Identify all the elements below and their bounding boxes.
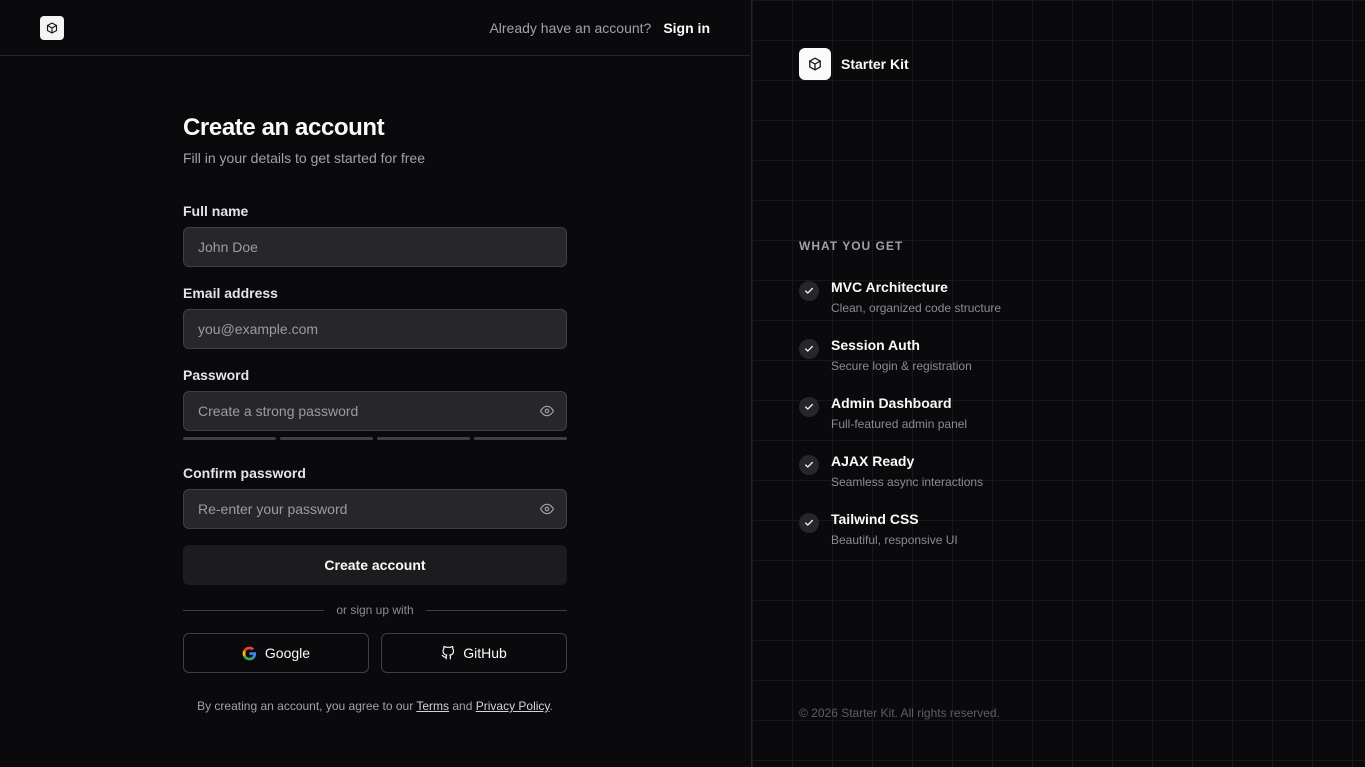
- social-divider: or sign up with: [183, 603, 567, 617]
- features-heading: WHAT YOU GET: [799, 239, 904, 253]
- feature-desc: Clean, organized code structure: [831, 301, 1002, 315]
- google-label: Google: [264, 645, 311, 661]
- terms-notice: By creating an account, you agree to our…: [183, 699, 567, 713]
- feature-item: Tailwind CSS Beautiful, responsive UI: [799, 511, 1199, 555]
- feature-desc: Beautiful, responsive UI: [831, 533, 958, 547]
- divider-text: or sign up with: [336, 603, 414, 617]
- google-icon: [242, 646, 257, 660]
- google-signup-button[interactable]: Google: [183, 633, 369, 673]
- feature-title: Tailwind CSS: [831, 511, 919, 527]
- top-bar: Already have an account? Sign in: [0, 0, 750, 56]
- logo[interactable]: [40, 16, 64, 40]
- signin-prompt: Already have an account? Sign in: [489, 20, 710, 36]
- feature-desc: Secure login & registration: [831, 359, 972, 373]
- feature-title: MVC Architecture: [831, 279, 948, 295]
- signup-panel: Already have an account? Sign in Create …: [0, 0, 751, 767]
- password-label: Password: [183, 367, 250, 383]
- cube-icon: [46, 22, 58, 34]
- check-badge: [799, 339, 819, 359]
- github-signup-button[interactable]: GitHub: [381, 633, 567, 673]
- feature-item: MVC Architecture Clean, organized code s…: [799, 279, 1199, 323]
- email-input[interactable]: [183, 309, 567, 349]
- cube-icon: [809, 57, 821, 71]
- feature-title: Session Auth: [831, 337, 920, 353]
- check-icon: [805, 287, 813, 294]
- password-toggle[interactable]: [540, 404, 554, 418]
- terms-and: and: [452, 699, 473, 713]
- page-title: Create an account: [183, 114, 385, 141]
- eye-icon: [540, 503, 554, 515]
- confirm-password-label: Confirm password: [183, 465, 306, 481]
- signin-link[interactable]: Sign in: [663, 20, 710, 36]
- feature-desc: Full-featured admin panel: [831, 417, 968, 431]
- feature-desc: Seamless async interactions: [831, 475, 984, 489]
- confirm-password-input[interactable]: [183, 489, 567, 529]
- check-icon: [805, 461, 813, 468]
- password-input[interactable]: [183, 391, 567, 431]
- create-account-button[interactable]: Create account: [183, 545, 567, 585]
- feature-item: Admin Dashboard Full-featured admin pane…: [799, 395, 1199, 439]
- full-name-label: Full name: [183, 203, 249, 219]
- feature-item: AJAX Ready Seamless async interactions: [799, 453, 1199, 497]
- brand-name: Starter Kit: [841, 56, 909, 72]
- divider-line: [425, 609, 567, 611]
- strength-segment: [183, 437, 276, 440]
- copyright: © 2026 Starter Kit. All rights reserved.: [799, 706, 1000, 720]
- check-icon: [805, 345, 813, 352]
- confirm-password-toggle[interactable]: [540, 502, 554, 516]
- check-badge: [799, 281, 819, 301]
- confirm-password-field: [183, 489, 567, 529]
- terms-prefix: By creating an account, you agree to our: [197, 699, 414, 713]
- full-name-input[interactable]: [183, 227, 567, 267]
- check-badge: [799, 455, 819, 475]
- privacy-policy-link[interactable]: Privacy Policy: [476, 699, 550, 713]
- terms-suffix: .: [549, 699, 553, 713]
- strength-segment: [280, 437, 373, 440]
- strength-segment: [377, 437, 470, 440]
- signin-prompt-text: Already have an account?: [489, 20, 652, 36]
- github-label: GitHub: [463, 645, 507, 661]
- divider-line: [183, 609, 325, 611]
- strength-segment: [474, 437, 567, 440]
- check-badge: [799, 513, 819, 533]
- check-badge: [799, 397, 819, 417]
- terms-link[interactable]: Terms: [416, 699, 449, 713]
- eye-icon: [540, 405, 554, 417]
- password-strength-meter: [183, 437, 567, 440]
- feature-title: AJAX Ready: [831, 453, 915, 469]
- brand-logo: [799, 48, 831, 80]
- password-field: [183, 391, 567, 431]
- feature-item: Session Auth Secure login & registration: [799, 337, 1199, 381]
- brand: Starter Kit: [799, 48, 909, 80]
- page-subtitle: Fill in your details to get started for …: [183, 150, 425, 166]
- check-icon: [805, 519, 813, 526]
- feature-title: Admin Dashboard: [831, 395, 952, 411]
- feature-panel: Starter Kit WHAT YOU GET MVC Architectur…: [751, 0, 1365, 767]
- check-icon: [805, 403, 813, 410]
- email-label: Email address: [183, 285, 278, 301]
- github-icon: [441, 646, 455, 660]
- signup-form: Create an account Fill in your details t…: [183, 114, 567, 713]
